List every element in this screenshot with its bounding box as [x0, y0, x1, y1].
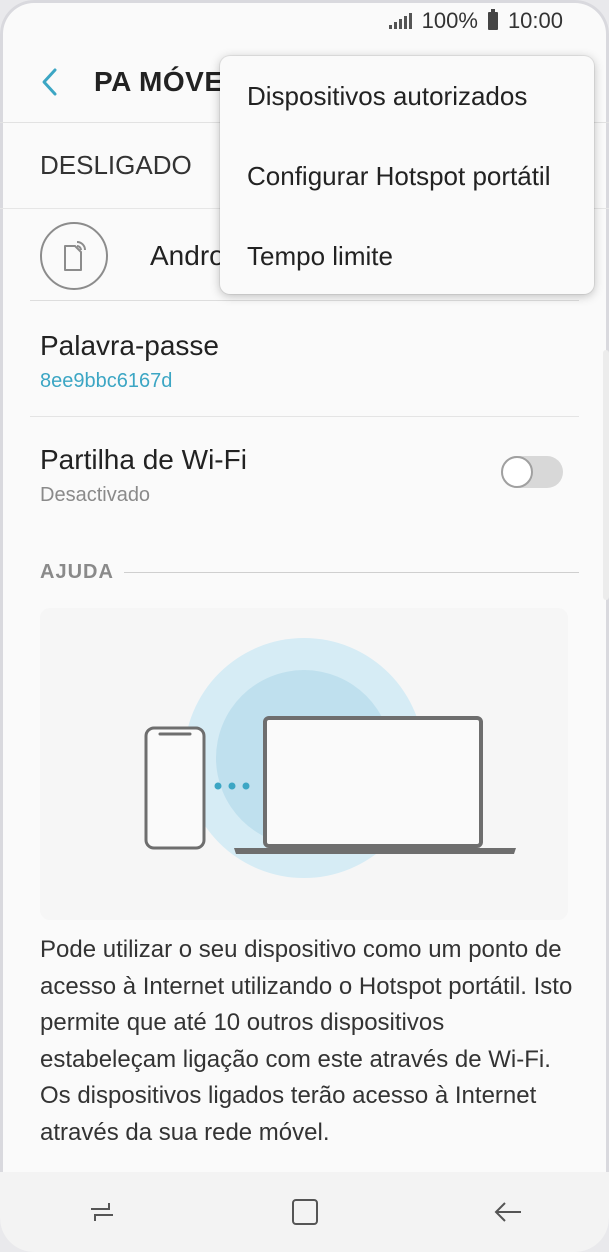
- password-title: Palavra-passe: [40, 330, 219, 361]
- recent-apps-icon: [90, 1203, 113, 1221]
- navigation-bar: [0, 1172, 609, 1252]
- toggle-knob: [501, 456, 533, 488]
- phone-hotspot-icon: [40, 222, 108, 290]
- scroll-indicator: [603, 350, 609, 600]
- wifi-sharing-row[interactable]: Partilha de Wi-Fi Desactivado: [40, 444, 469, 507]
- wifi-sharing-title: Partilha de Wi-Fi: [40, 444, 247, 475]
- clock: 10:00: [507, 8, 563, 33]
- battery-percent: 100%: [421, 8, 478, 33]
- help-section-header: AJUDA: [40, 560, 579, 584]
- menu-item-authorized-devices[interactable]: Dispositivos autorizados: [220, 56, 594, 136]
- menu-item-configure-hotspot[interactable]: Configurar Hotspot portátil: [220, 136, 594, 216]
- device-name: Andro: [150, 240, 225, 271]
- back-icon: [494, 1202, 521, 1222]
- help-text: Pode utilizar o seu dispositivo como um …: [40, 936, 573, 1146]
- signal-icon: [388, 13, 412, 29]
- phone-screen: 100% 10:00 PA MÓVEL DESLIGADO Andro Pala…: [0, 0, 609, 1252]
- connection-dots-icon: [214, 782, 250, 790]
- menu-item-timeout[interactable]: Tempo limite: [220, 216, 594, 296]
- recent-apps-button[interactable]: [72, 1182, 132, 1242]
- password-value: 8ee9bbc6167d: [40, 370, 173, 392]
- hotspot-illustration: [40, 608, 568, 920]
- wifi-sharing-toggle[interactable]: [501, 456, 563, 488]
- home-button[interactable]: [275, 1182, 335, 1242]
- back-button[interactable]: [20, 52, 80, 112]
- divider: [30, 416, 579, 417]
- password-row[interactable]: Palavra-passe 8ee9bbc6167d: [40, 330, 579, 393]
- status-bar: 100% 10:00: [0, 0, 609, 42]
- help-header-line: [123, 571, 579, 573]
- divider: [30, 300, 579, 301]
- chevron-left-icon: [42, 68, 57, 96]
- home-icon: [291, 1199, 318, 1225]
- battery-icon: [487, 9, 498, 30]
- wifi-sharing-status: Desactivado: [40, 484, 151, 506]
- master-switch-label: DESLIGADO: [40, 149, 192, 180]
- laptop-icon: [234, 716, 516, 854]
- smartphone-icon: [144, 726, 206, 850]
- back-nav-button[interactable]: [478, 1182, 538, 1242]
- help-header-label: AJUDA: [40, 560, 114, 583]
- overflow-menu: Dispositivos autorizados Configurar Hots…: [220, 56, 594, 294]
